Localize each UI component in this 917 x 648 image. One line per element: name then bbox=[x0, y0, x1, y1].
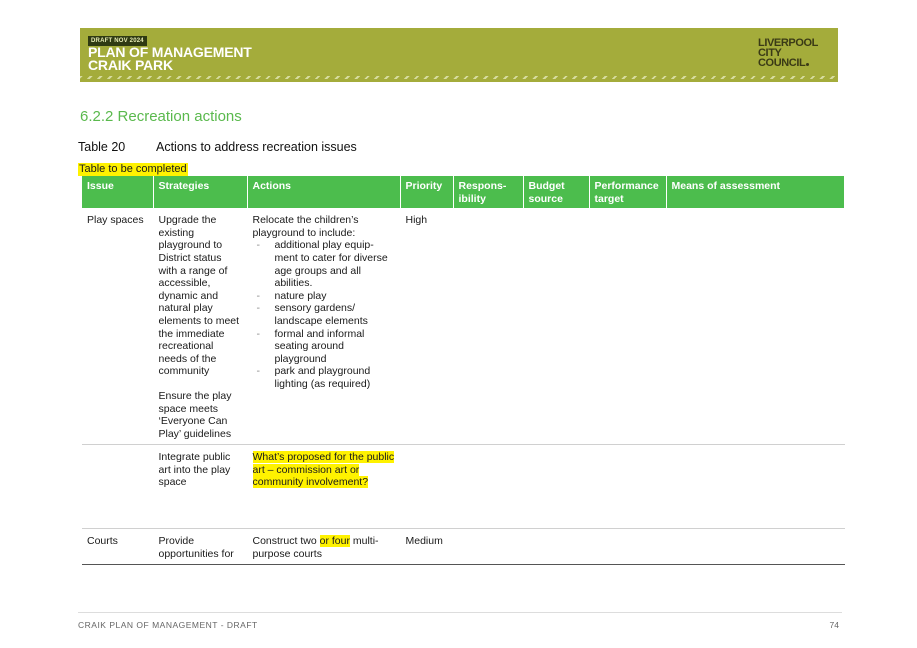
footer-divider bbox=[78, 612, 842, 613]
table-row: Play spaces Upgrade the existing playgro… bbox=[82, 208, 845, 446]
action-intro: Relocate the children’s playground to in… bbox=[252, 214, 359, 239]
action-text: Construct two bbox=[252, 535, 320, 548]
cell-priority: High bbox=[400, 208, 454, 446]
cell-priority bbox=[400, 444, 454, 530]
header-means-of-assessment: Means of assessment bbox=[666, 176, 844, 209]
header-performance-target: Performance target bbox=[589, 176, 667, 209]
cell-strategies: Integrate public art into the play space bbox=[153, 444, 248, 530]
logo-line-3-wrap: COUNCIL bbox=[758, 57, 828, 69]
cell-performance-target bbox=[589, 208, 667, 446]
action-bullet: park and playground lighting (as require… bbox=[253, 365, 395, 390]
cell-responsibility bbox=[453, 208, 524, 446]
cell-priority: Medium bbox=[400, 528, 454, 566]
action-bullet: sensory gardens/ landscape elements bbox=[253, 302, 395, 327]
cell-performance-target bbox=[589, 528, 667, 566]
logo-dot-icon bbox=[806, 63, 810, 66]
recreation-actions-table: Issue Strategies Actions Priority Respon… bbox=[82, 176, 845, 566]
action-bullet-list: additional play equip-ment to cater for … bbox=[253, 239, 395, 390]
cell-budget-source bbox=[523, 208, 590, 446]
banner-stripe bbox=[80, 76, 838, 79]
document-banner: DRAFT NOV 2024 PLAN OF MANAGEMENT CRAIK … bbox=[80, 28, 838, 82]
header-strategies: Strategies bbox=[153, 176, 248, 209]
table-row: Integrate public art into the play space… bbox=[82, 444, 845, 530]
cell-means-of-assessment bbox=[666, 208, 845, 446]
header-priority: Priority bbox=[400, 176, 454, 209]
highlighted-action: or four bbox=[319, 535, 350, 548]
header-issue: Issue bbox=[82, 176, 154, 209]
cell-strategies: Upgrade the existing playground to Distr… bbox=[153, 208, 248, 446]
table-caption: Table 20 Actions to address recreation is… bbox=[78, 140, 357, 154]
action-bullet: formal and informal seating around playg… bbox=[253, 328, 395, 366]
strategy-text: Upgrade the existing playground to Distr… bbox=[158, 214, 240, 378]
cell-actions: Relocate the children’s playground to in… bbox=[247, 208, 401, 446]
table-title: Actions to address recreation issues bbox=[156, 140, 357, 154]
action-bullet: additional play equip-ment to cater for … bbox=[253, 239, 395, 289]
cell-actions: Construct two or four multi-purpose cour… bbox=[247, 528, 401, 566]
council-logo: LIVERPOOL CITY COUNCIL bbox=[758, 38, 828, 72]
cell-means-of-assessment bbox=[666, 444, 845, 530]
table-header-row: Issue Strategies Actions Priority Respon… bbox=[82, 176, 844, 209]
action-bullet: nature play bbox=[253, 290, 395, 303]
strategy-text: Ensure the play space meets ‘Everyone Ca… bbox=[158, 389, 232, 440]
highlighted-action: What’s proposed for the public art – com… bbox=[252, 451, 395, 489]
logo-line-3: COUNCIL bbox=[758, 57, 806, 69]
section-heading: 6.2.2 Recreation actions bbox=[80, 108, 242, 125]
header-actions: Actions bbox=[247, 176, 401, 209]
cell-actions: What’s proposed for the public art – com… bbox=[247, 444, 401, 530]
cell-issue bbox=[82, 444, 154, 530]
cell-means-of-assessment bbox=[666, 528, 845, 566]
page-number: 74 bbox=[829, 620, 839, 630]
footer-document-title: CRAIK PLAN OF MANAGEMENT - DRAFT bbox=[78, 620, 258, 630]
cell-budget-source bbox=[523, 444, 590, 530]
header-responsibility: Respons-ibility bbox=[453, 176, 524, 209]
table-note: Table to be completed bbox=[78, 163, 188, 176]
cell-issue: Courts bbox=[82, 528, 154, 566]
cell-strategies: Provide opportunities for bbox=[153, 528, 248, 566]
cell-performance-target bbox=[589, 444, 667, 530]
table-row: Courts Provide opportunities for Constru… bbox=[82, 528, 845, 566]
cell-responsibility bbox=[453, 528, 524, 566]
cell-budget-source bbox=[523, 528, 590, 566]
cell-issue: Play spaces bbox=[82, 208, 154, 446]
header-budget-source: Budget source bbox=[523, 176, 590, 209]
cell-responsibility bbox=[453, 444, 524, 530]
banner-subtitle: CRAIK PARK bbox=[88, 57, 173, 73]
table-number: Table 20 bbox=[78, 140, 126, 154]
